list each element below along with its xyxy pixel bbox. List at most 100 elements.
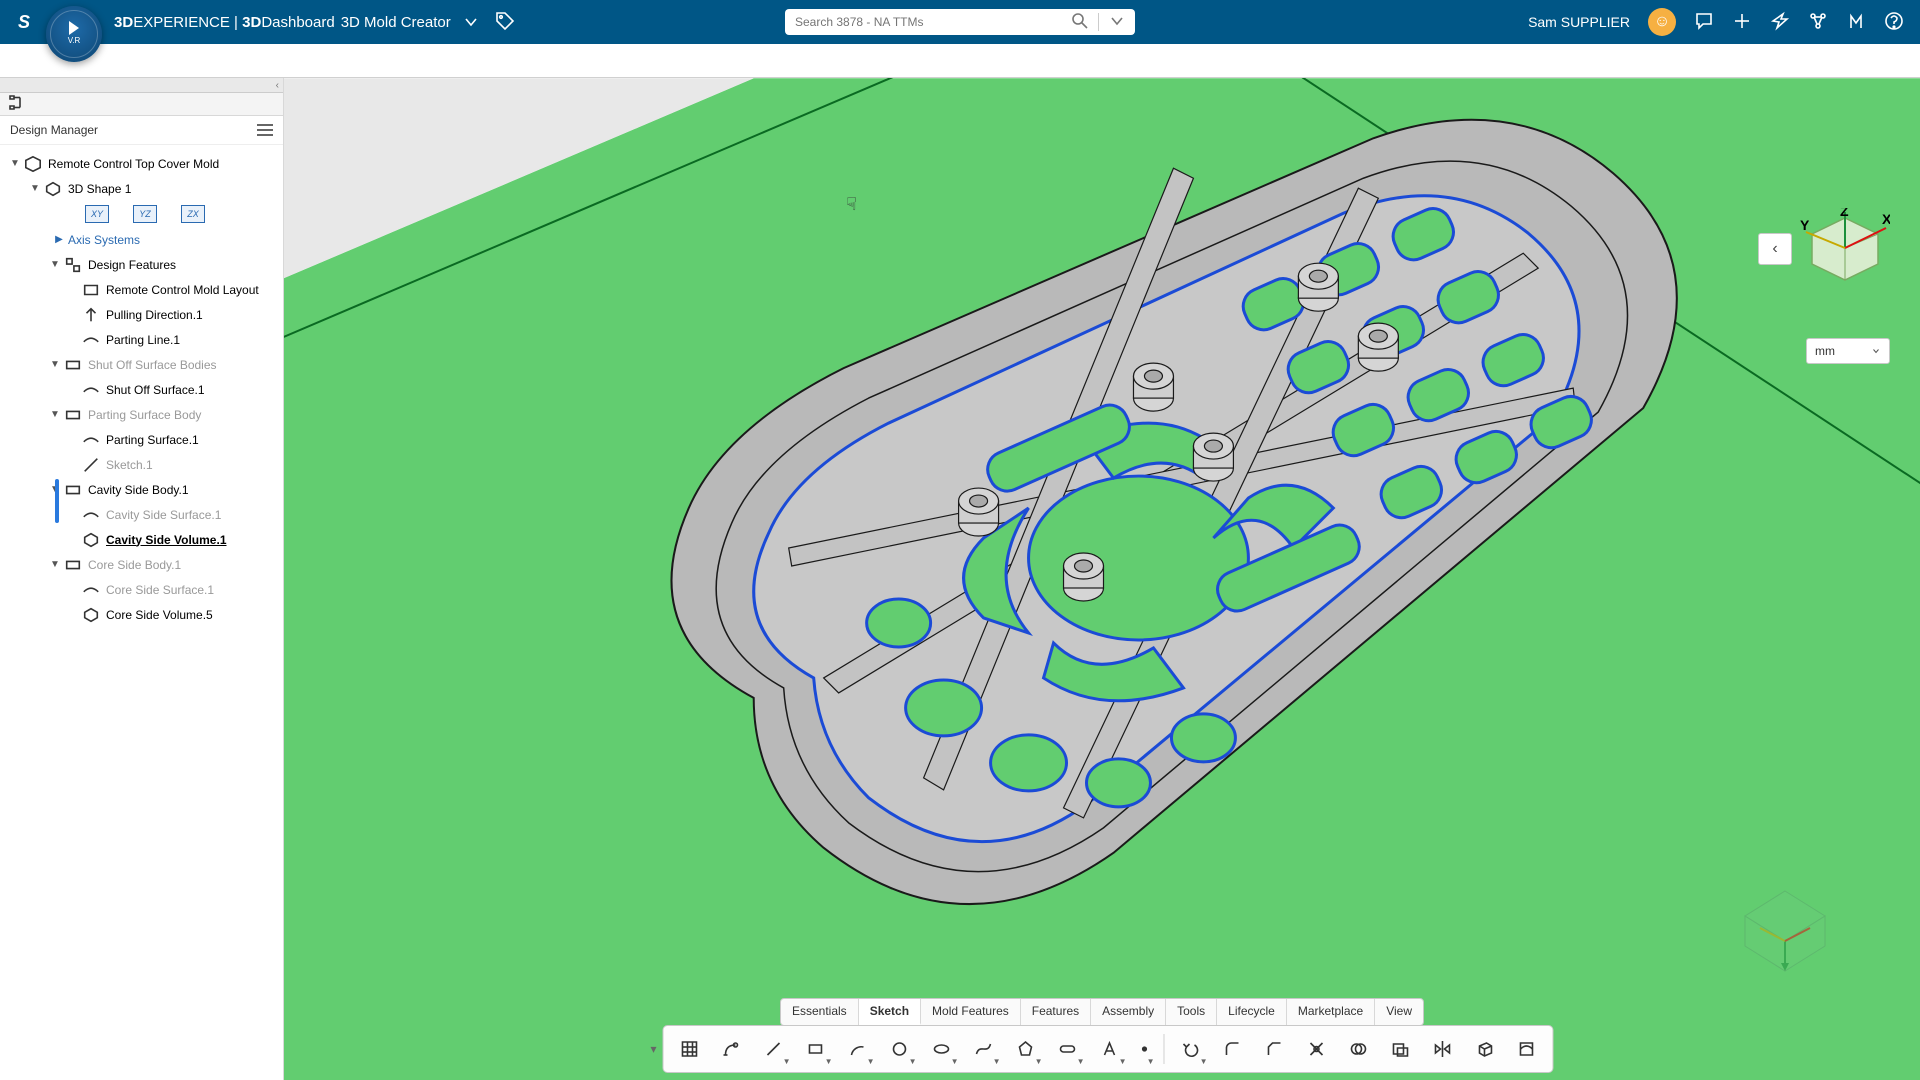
svg-text:Y: Y bbox=[1800, 217, 1810, 233]
region-button[interactable] bbox=[1507, 1030, 1547, 1068]
tag-icon[interactable] bbox=[495, 11, 515, 34]
reference-planes: XY YZ ZX bbox=[0, 201, 283, 227]
tree-cavity-group[interactable]: ▼Cavity Side Body.1 bbox=[0, 477, 283, 502]
tab-marketplace[interactable]: Marketplace bbox=[1287, 999, 1375, 1025]
shape-icon bbox=[44, 180, 62, 198]
body-icon bbox=[64, 481, 82, 499]
tree-item[interactable]: Sketch.1 bbox=[0, 452, 283, 477]
tree-axis[interactable]: ▶Axis Systems bbox=[0, 227, 283, 252]
tree-item[interactable]: Parting Surface.1 bbox=[0, 427, 283, 452]
orientation-cube[interactable]: X Y Z bbox=[1800, 208, 1890, 288]
fillet-button[interactable] bbox=[1213, 1030, 1253, 1068]
tree-item[interactable]: Core Side Surface.1 bbox=[0, 577, 283, 602]
direction-icon bbox=[82, 306, 100, 324]
compass-button[interactable]: V.R bbox=[46, 6, 102, 62]
plane-zx[interactable]: ZX bbox=[181, 205, 205, 223]
share-icon[interactable] bbox=[1770, 11, 1790, 34]
mirror-line-button[interactable] bbox=[1423, 1030, 1463, 1068]
tab-mold-features[interactable]: Mold Features bbox=[921, 999, 1021, 1025]
tree-shape[interactable]: ▼3D Shape 1 bbox=[0, 176, 283, 201]
header-actions: Sam SUPPLIER ☺ bbox=[1528, 8, 1920, 36]
body-icon bbox=[64, 556, 82, 574]
polygon-button[interactable]: ▼ bbox=[1006, 1030, 1046, 1068]
spline-button[interactable]: ▼ bbox=[964, 1030, 1004, 1068]
undo-arrow-button[interactable]: ▼ bbox=[1171, 1030, 1211, 1068]
tree-item[interactable]: Core Side Volume.5 bbox=[0, 602, 283, 627]
tab-lifecycle[interactable]: Lifecycle bbox=[1217, 999, 1287, 1025]
toolbar-expand-icon[interactable]: ▾ bbox=[650, 1042, 656, 1056]
line-button[interactable]: ▼ bbox=[754, 1030, 794, 1068]
panel-title: Design Manager bbox=[10, 123, 98, 137]
arc-button[interactable]: ▼ bbox=[838, 1030, 878, 1068]
viewport-3d[interactable]: ☟ ‹ X Y Z mm bbox=[284, 78, 1920, 1080]
offset-button[interactable] bbox=[1381, 1030, 1421, 1068]
grid-button[interactable] bbox=[670, 1030, 710, 1068]
search-icon[interactable] bbox=[1062, 11, 1098, 34]
tree-item[interactable]: Cavity Side Surface.1 bbox=[0, 502, 283, 527]
chamfer-button[interactable] bbox=[1255, 1030, 1295, 1068]
view-back-button[interactable]: ‹ bbox=[1758, 233, 1792, 265]
surface-icon bbox=[82, 431, 100, 449]
search-scope-dropdown[interactable] bbox=[1099, 11, 1135, 34]
command-tabs: EssentialsSketchMold FeaturesFeaturesAss… bbox=[780, 998, 1424, 1026]
tree-root[interactable]: ▼Remote Control Top Cover Mold bbox=[0, 151, 283, 176]
sketch-toolbar: ▼▼▼▼▼▼▼▼▼▼▼ bbox=[663, 1025, 1554, 1073]
box-button[interactable] bbox=[1465, 1030, 1505, 1068]
text-button[interactable]: ▼ bbox=[1090, 1030, 1130, 1068]
tree-item[interactable]: Remote Control Mold Layout bbox=[0, 277, 283, 302]
tree-parting-group[interactable]: ▼Parting Surface Body bbox=[0, 402, 283, 427]
auto-constraint-button[interactable] bbox=[712, 1030, 752, 1068]
add-icon[interactable] bbox=[1732, 11, 1752, 34]
user-name[interactable]: Sam SUPPLIER bbox=[1528, 14, 1630, 30]
breadcrumb[interactable]: 3DEXPERIENCE | 3DDashboard 3D Mold Creat… bbox=[114, 12, 481, 32]
avatar[interactable]: ☺ bbox=[1648, 8, 1676, 36]
sidebar-collapse-button[interactable]: ‹ bbox=[0, 78, 283, 93]
tree-item[interactable]: Shut Off Surface.1 bbox=[0, 377, 283, 402]
ribbon-strip bbox=[0, 44, 1920, 78]
body-icon bbox=[64, 356, 82, 374]
panel-menu-icon[interactable] bbox=[257, 124, 273, 136]
search-box bbox=[785, 9, 1135, 35]
slot-button[interactable]: ▼ bbox=[1048, 1030, 1088, 1068]
ground-gizmo[interactable] bbox=[1740, 886, 1830, 976]
tab-features[interactable]: Features bbox=[1021, 999, 1091, 1025]
surface-icon bbox=[82, 381, 100, 399]
plane-yz[interactable]: YZ bbox=[133, 205, 157, 223]
svg-text:X: X bbox=[1882, 211, 1890, 227]
trim-button[interactable] bbox=[1297, 1030, 1337, 1068]
tree-item[interactable]: Parting Line.1 bbox=[0, 327, 283, 352]
tab-sketch[interactable]: Sketch bbox=[859, 999, 921, 1025]
tree-item[interactable]: Pulling Direction.1 bbox=[0, 302, 283, 327]
sketch-icon bbox=[82, 456, 100, 474]
ifwe-icon[interactable] bbox=[1846, 11, 1866, 34]
tab-tools[interactable]: Tools bbox=[1166, 999, 1217, 1025]
chat-icon[interactable] bbox=[1694, 11, 1714, 34]
product-icon bbox=[24, 155, 42, 173]
tab-assembly[interactable]: Assembly bbox=[1091, 999, 1166, 1025]
plane-xy[interactable]: XY bbox=[85, 205, 109, 223]
intersect-button[interactable] bbox=[1339, 1030, 1379, 1068]
ds-logo[interactable]: S bbox=[8, 6, 40, 38]
svg-text:Z: Z bbox=[1840, 208, 1849, 219]
sidebar: ‹ Design Manager ▼Remote Control Top Cov… bbox=[0, 78, 284, 1080]
play-icon bbox=[69, 21, 79, 35]
tree-design-features[interactable]: ▼Design Features bbox=[0, 252, 283, 277]
tab-essentials[interactable]: Essentials bbox=[781, 999, 859, 1025]
unit-selector[interactable]: mm bbox=[1806, 338, 1890, 364]
tab-view[interactable]: View bbox=[1375, 999, 1423, 1025]
tree-shutoff-group[interactable]: ▼Shut Off Surface Bodies bbox=[0, 352, 283, 377]
help-icon[interactable] bbox=[1884, 11, 1904, 34]
point-button[interactable]: ▼ bbox=[1132, 1030, 1158, 1068]
tree-mode-icon[interactable] bbox=[8, 93, 28, 116]
body-icon bbox=[64, 406, 82, 424]
tree-item-active[interactable]: Cavity Side Volume.1 bbox=[0, 527, 283, 552]
collab-icon[interactable] bbox=[1808, 11, 1828, 34]
circle-button[interactable]: ▼ bbox=[880, 1030, 920, 1068]
ellipse-button[interactable]: ▼ bbox=[922, 1030, 962, 1068]
chevron-down-icon bbox=[1871, 346, 1881, 356]
tree-core-group[interactable]: ▼Core Side Body.1 bbox=[0, 552, 283, 577]
rectangle-button[interactable]: ▼ bbox=[796, 1030, 836, 1068]
layout-icon bbox=[82, 281, 100, 299]
search-input[interactable] bbox=[785, 15, 1062, 29]
feature-tree: ▼Remote Control Top Cover Mold ▼3D Shape… bbox=[0, 145, 283, 633]
